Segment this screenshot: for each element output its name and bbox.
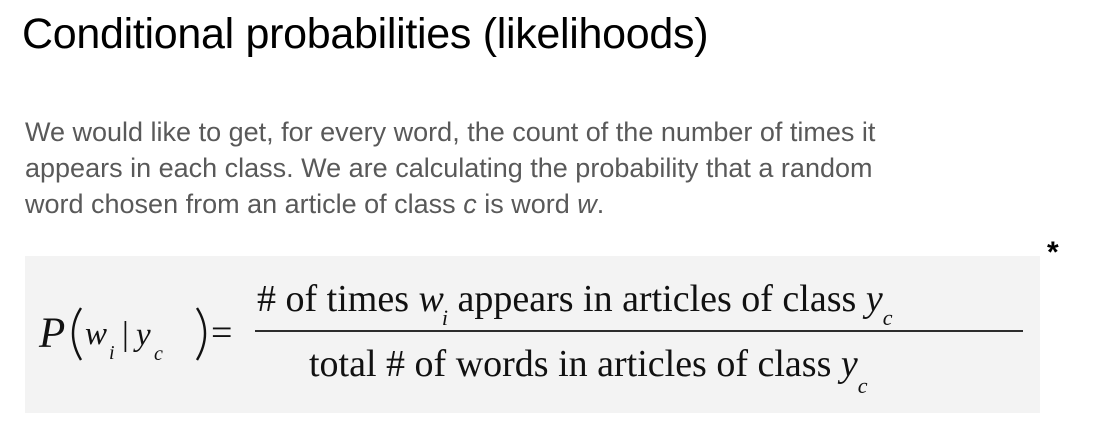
class-variable-c: c [463, 189, 477, 219]
numerator-w: w [418, 278, 444, 320]
numerator-suffix: appears in articles of class [448, 278, 866, 320]
paragraph-line-3: word chosen from an article of class c i… [25, 186, 1025, 222]
formula-box: P w i | y c = # of times wi appears in a… [25, 256, 1040, 413]
formula-equation: P w i | y c = # of times wi appears in a… [38, 278, 1023, 398]
footnote-asterisk: * [1047, 236, 1059, 269]
slide-title: Conditional probabilities (likelihoods) [22, 10, 709, 58]
line3-prefix: word chosen from an article of class [25, 189, 464, 219]
lhs-close-paren [195, 307, 207, 361]
lhs-subscript-c: c [154, 343, 163, 365]
line3-end: . [596, 189, 605, 219]
numerator-prefix: # of times [257, 278, 418, 320]
numerator-subscript-c: c [883, 305, 893, 330]
denominator: total # of words in articles of class yc [309, 343, 868, 398]
line3-middle: is word [476, 189, 578, 219]
lhs-subscript-i: i [109, 342, 115, 364]
denominator-subscript-c: c [858, 373, 868, 398]
paragraph-line-1: We would like to get, for every word, th… [25, 117, 876, 147]
numerator-y: y [862, 278, 883, 320]
lhs-y: y [133, 317, 151, 353]
numerator: # of times wi appears in articles of cla… [257, 278, 893, 330]
denominator-y: y [837, 343, 858, 385]
description-paragraph: We would like to get, for every word, th… [25, 114, 1025, 222]
word-variable-w: w [577, 189, 597, 219]
lhs-w: w [85, 316, 107, 352]
lhs-P: P [38, 310, 65, 357]
denominator-prefix: total # of words in articles of class [309, 343, 841, 385]
lhs-given-bar: | [122, 316, 129, 353]
lhs-equals: = [211, 312, 232, 354]
paragraph-line-2: appears in each class. We are calculatin… [25, 153, 873, 183]
lhs-open-paren [71, 307, 83, 361]
